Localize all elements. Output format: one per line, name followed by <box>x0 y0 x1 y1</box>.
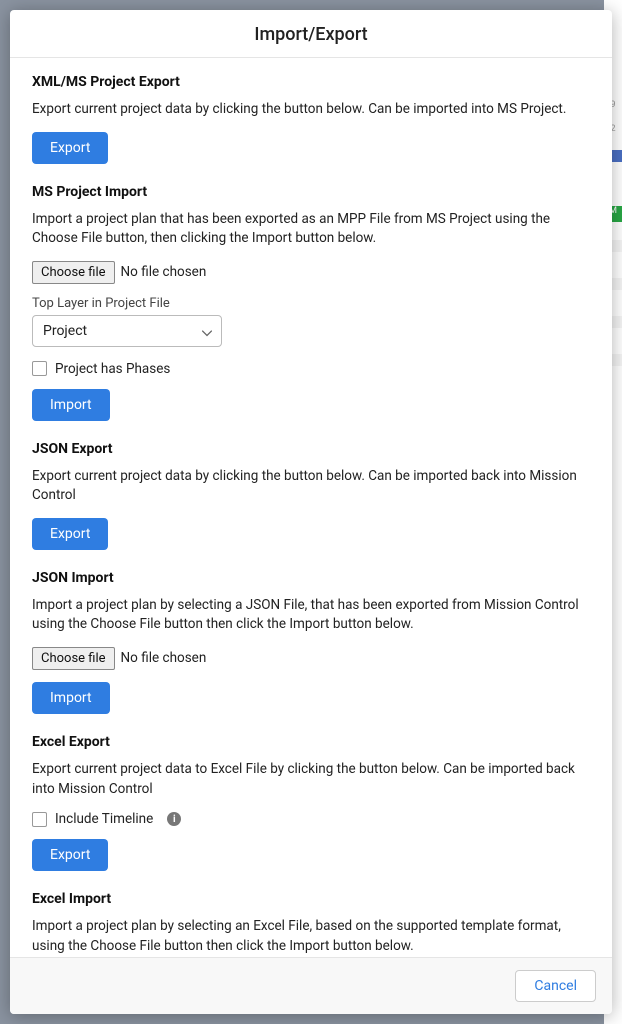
section-title: MS Project Import <box>32 184 590 200</box>
section-title: XML/MS Project Export <box>32 74 590 90</box>
section-desc: Import a project plan that has been expo… <box>32 210 590 249</box>
section-xml-export: XML/MS Project Export Export current pro… <box>32 74 590 164</box>
choose-file-button[interactable]: Choose file <box>32 647 115 670</box>
phases-checkbox[interactable] <box>32 361 47 376</box>
section-title: Excel Import <box>32 891 590 907</box>
cancel-button[interactable]: Cancel <box>515 970 596 1002</box>
section-json-import: JSON Import Import a project plan by sel… <box>32 570 590 714</box>
section-desc: Export current project data by clicking … <box>32 467 590 506</box>
file-picker-row: Choose file No file chosen <box>32 261 590 284</box>
info-icon[interactable]: i <box>167 812 181 826</box>
modal-header: Import/Export <box>10 10 612 58</box>
section-desc: Import a project plan by selecting a JSO… <box>32 596 590 635</box>
import-json-button[interactable]: Import <box>32 682 110 714</box>
top-layer-select[interactable]: Project <box>32 315 222 347</box>
section-title: JSON Export <box>32 441 590 457</box>
phases-label: Project has Phases <box>55 361 170 377</box>
section-json-export: JSON Export Export current project data … <box>32 441 590 550</box>
export-json-button[interactable]: Export <box>32 518 108 550</box>
export-excel-button[interactable]: Export <box>32 839 108 871</box>
modal-body: XML/MS Project Export Export current pro… <box>10 58 612 957</box>
section-title: JSON Import <box>32 570 590 586</box>
export-xml-button[interactable]: Export <box>32 132 108 164</box>
import-ms-button[interactable]: Import <box>32 389 110 421</box>
modal-footer: Cancel <box>10 957 612 1014</box>
file-status-text: No file chosen <box>121 264 207 280</box>
file-status-text: No file chosen <box>121 650 207 666</box>
top-layer-select-wrap: Project <box>32 315 222 347</box>
top-layer-label: Top Layer in Project File <box>32 296 590 311</box>
section-excel-import: Excel Import Import a project plan by se… <box>32 891 590 957</box>
section-excel-export: Excel Export Export current project data… <box>32 734 590 871</box>
section-ms-import: MS Project Import Import a project plan … <box>32 184 590 421</box>
timeline-label: Include Timeline <box>55 811 153 827</box>
timeline-checkbox[interactable] <box>32 812 47 827</box>
modal-title: Import/Export <box>10 24 612 45</box>
section-desc: Export current project data by clicking … <box>32 100 590 120</box>
phases-checkbox-row: Project has Phases <box>32 361 590 377</box>
section-desc: Import a project plan by selecting an Ex… <box>32 917 590 956</box>
section-desc: Export current project data to Excel Fil… <box>32 760 590 799</box>
import-export-modal: Import/Export XML/MS Project Export Expo… <box>10 10 612 1014</box>
file-picker-row: Choose file No file chosen <box>32 647 590 670</box>
section-title: Excel Export <box>32 734 590 750</box>
choose-file-button[interactable]: Choose file <box>32 261 115 284</box>
timeline-checkbox-row: Include Timeline i <box>32 811 590 827</box>
